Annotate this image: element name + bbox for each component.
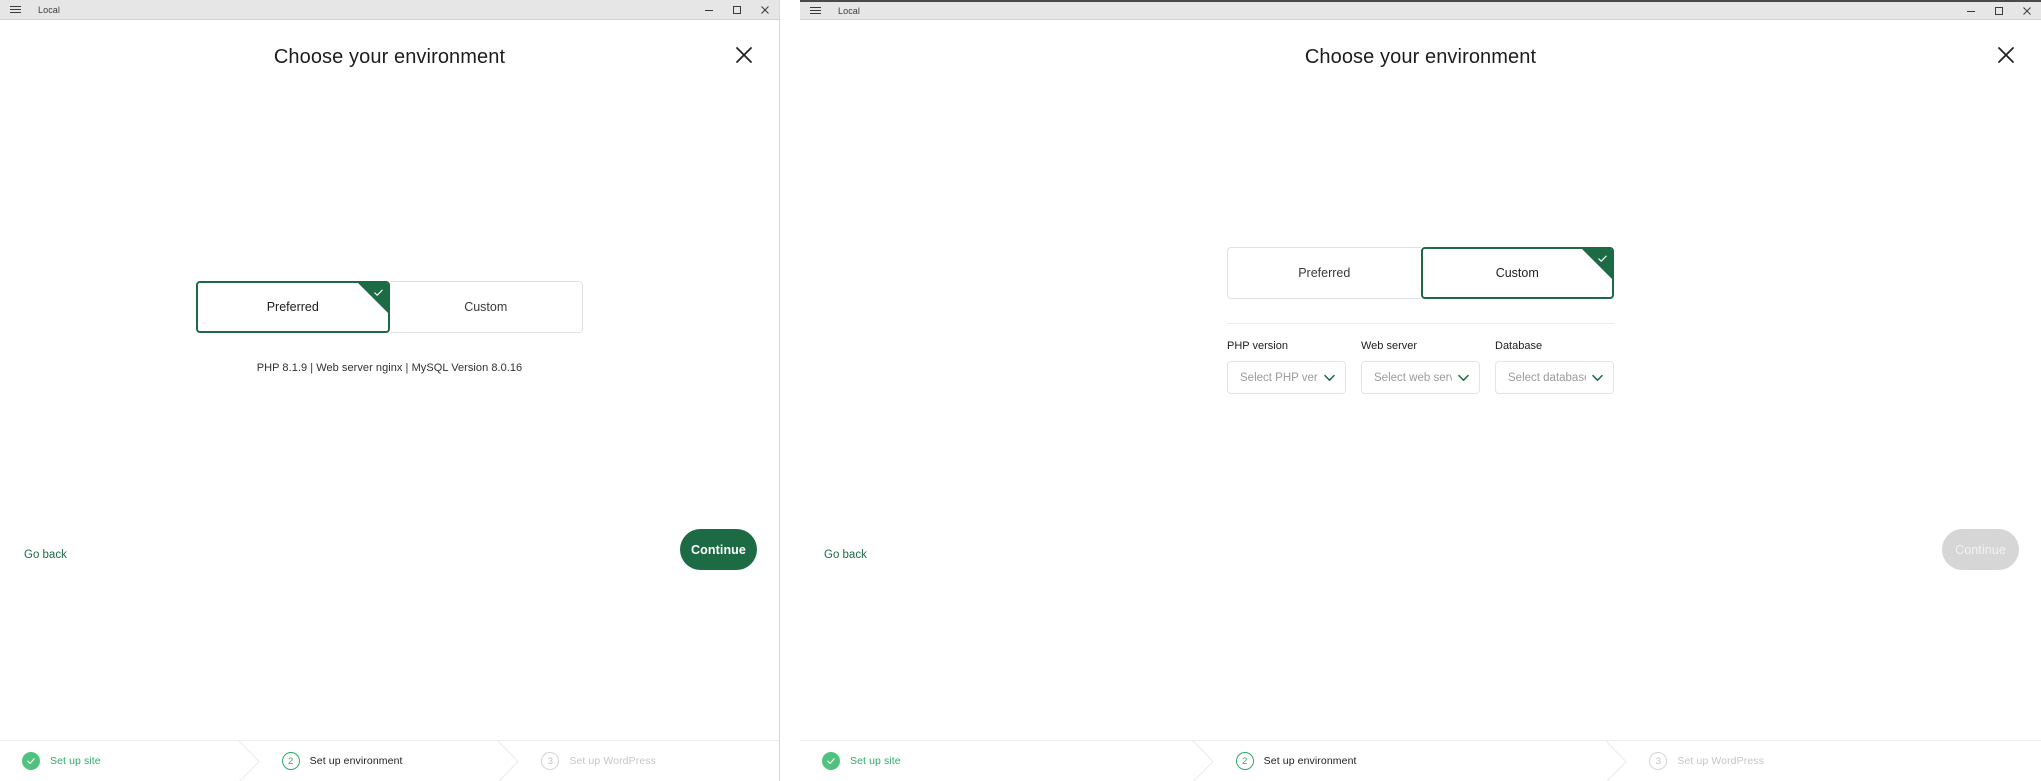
chevron-down-icon xyxy=(1592,374,1603,382)
hamburger-icon[interactable] xyxy=(800,1,830,21)
continue-button: Continue xyxy=(1942,529,2019,570)
status-badge: 3 xyxy=(1649,752,1668,770)
status-badge: 2 xyxy=(281,752,300,770)
wizard-stepper: Set up site 2 Set up environment 3 Set u… xyxy=(800,740,2041,781)
stepper-step-set-up-environment[interactable]: 2 Set up environment xyxy=(1214,741,1628,781)
title-bar: Local xyxy=(800,0,2041,20)
stepper-step-label: Set up WordPress xyxy=(569,755,656,767)
field-label: Database xyxy=(1495,340,1543,352)
stepper-step-set-up-site[interactable]: Set up site xyxy=(800,741,1214,781)
close-icon[interactable] xyxy=(2013,1,2041,21)
environment-option-label: Custom xyxy=(1495,266,1539,280)
page-title: Choose your environment xyxy=(1304,46,1537,68)
close-icon[interactable] xyxy=(731,42,757,68)
chevron-down-icon xyxy=(1458,374,1469,382)
custom-environment-fields: PHP version Select PHP versi... Web serv… xyxy=(1227,340,1614,394)
divider xyxy=(1227,323,1614,324)
continue-button[interactable]: Continue xyxy=(680,529,757,570)
environment-toggle: Preferred Custom xyxy=(800,247,2041,299)
environment-option-label: Preferred xyxy=(1298,266,1351,280)
minimize-icon[interactable] xyxy=(1957,1,1985,21)
stepper-step-label: Set up WordPress xyxy=(1677,755,1764,767)
environment-toggle: Preferred Custom xyxy=(0,281,779,333)
status-badge xyxy=(22,752,40,770)
window-controls xyxy=(695,0,779,20)
stepper-step-set-up-environment[interactable]: 2 Set up environment xyxy=(260,741,520,781)
database-placeholder: Select database xyxy=(1508,371,1586,384)
php-version-select[interactable]: Select PHP versi... xyxy=(1227,361,1346,394)
modal-header: Choose your environment xyxy=(0,20,779,94)
local-window-preferred: Local Choose your environment Preferred … xyxy=(0,0,780,781)
wizard-stepper: Set up site 2 Set up environment 3 Set u… xyxy=(0,740,779,781)
screen: Local Choose your environment Preferred … xyxy=(0,0,2041,781)
stepper-step-label: Set up environment xyxy=(309,755,403,767)
window-title: Local xyxy=(38,4,61,15)
title-bar: Local xyxy=(0,0,779,20)
chevron-right-icon xyxy=(238,741,260,781)
chevron-down-icon xyxy=(1324,374,1335,382)
app-body: Choose your environment Preferred Custom… xyxy=(800,20,2041,781)
desktop-gap xyxy=(780,0,800,781)
check-icon xyxy=(1582,249,1612,279)
modal-content: Preferred Custom PHP 8.1.9 | Web server … xyxy=(0,94,779,781)
status-badge xyxy=(822,752,840,770)
window-controls xyxy=(1957,1,2041,21)
minimize-icon[interactable] xyxy=(695,0,723,20)
status-badge: 2 xyxy=(1235,752,1254,770)
close-icon[interactable] xyxy=(751,0,779,20)
maximize-icon[interactable] xyxy=(723,0,751,20)
stepper-step-set-up-site[interactable]: Set up site xyxy=(0,741,260,781)
local-window-custom: Local Choose your environment Preferred … xyxy=(800,0,2041,781)
database-select[interactable]: Select database xyxy=(1495,361,1614,394)
close-icon[interactable] xyxy=(1993,42,2019,68)
environment-option-label: Preferred xyxy=(266,300,319,314)
chevron-right-icon xyxy=(1192,741,1214,781)
field-label: Web server xyxy=(1361,340,1418,352)
modal-header: Choose your environment xyxy=(800,20,2041,94)
window-title: Local xyxy=(838,5,861,16)
status-badge: 3 xyxy=(541,752,560,770)
modal-content: Preferred Custom PHP version Select PHP … xyxy=(800,94,2041,781)
stepper-step-set-up-wordpress: 3 Set up WordPress xyxy=(519,741,779,781)
environment-option-preferred[interactable]: Preferred xyxy=(1227,247,1421,299)
check-icon xyxy=(357,283,388,313)
web-server-placeholder: Select web server xyxy=(1374,371,1452,384)
maximize-icon[interactable] xyxy=(1985,1,2013,21)
field-php-version: PHP version Select PHP versi... xyxy=(1227,340,1346,394)
php-version-placeholder: Select PHP versi... xyxy=(1240,371,1318,384)
environment-option-custom[interactable]: Custom xyxy=(1420,247,1614,299)
environment-option-label: Custom xyxy=(464,300,508,314)
page-title: Choose your environment xyxy=(273,46,506,68)
environment-option-preferred[interactable]: Preferred xyxy=(196,281,390,333)
chevron-right-icon xyxy=(498,741,520,781)
web-server-select[interactable]: Select web server xyxy=(1361,361,1480,394)
field-label: PHP version xyxy=(1227,340,1288,352)
stepper-step-set-up-wordpress: 3 Set up WordPress xyxy=(1627,741,2041,781)
hamburger-icon[interactable] xyxy=(0,0,30,20)
environment-summary: PHP 8.1.9 | Web server nginx | MySQL Ver… xyxy=(256,362,523,374)
field-web-server: Web server Select web server xyxy=(1361,340,1480,394)
environment-option-custom[interactable]: Custom xyxy=(389,281,583,333)
go-back-button[interactable]: Go back xyxy=(824,549,867,561)
go-back-button[interactable]: Go back xyxy=(24,549,67,561)
stepper-step-label: Set up site xyxy=(50,755,101,767)
app-body: Choose your environment Preferred Custom… xyxy=(0,20,779,781)
chevron-right-icon xyxy=(1606,741,1628,781)
stepper-step-label: Set up site xyxy=(850,755,901,767)
field-database: Database Select database xyxy=(1495,340,1614,394)
stepper-step-label: Set up environment xyxy=(1263,755,1357,767)
